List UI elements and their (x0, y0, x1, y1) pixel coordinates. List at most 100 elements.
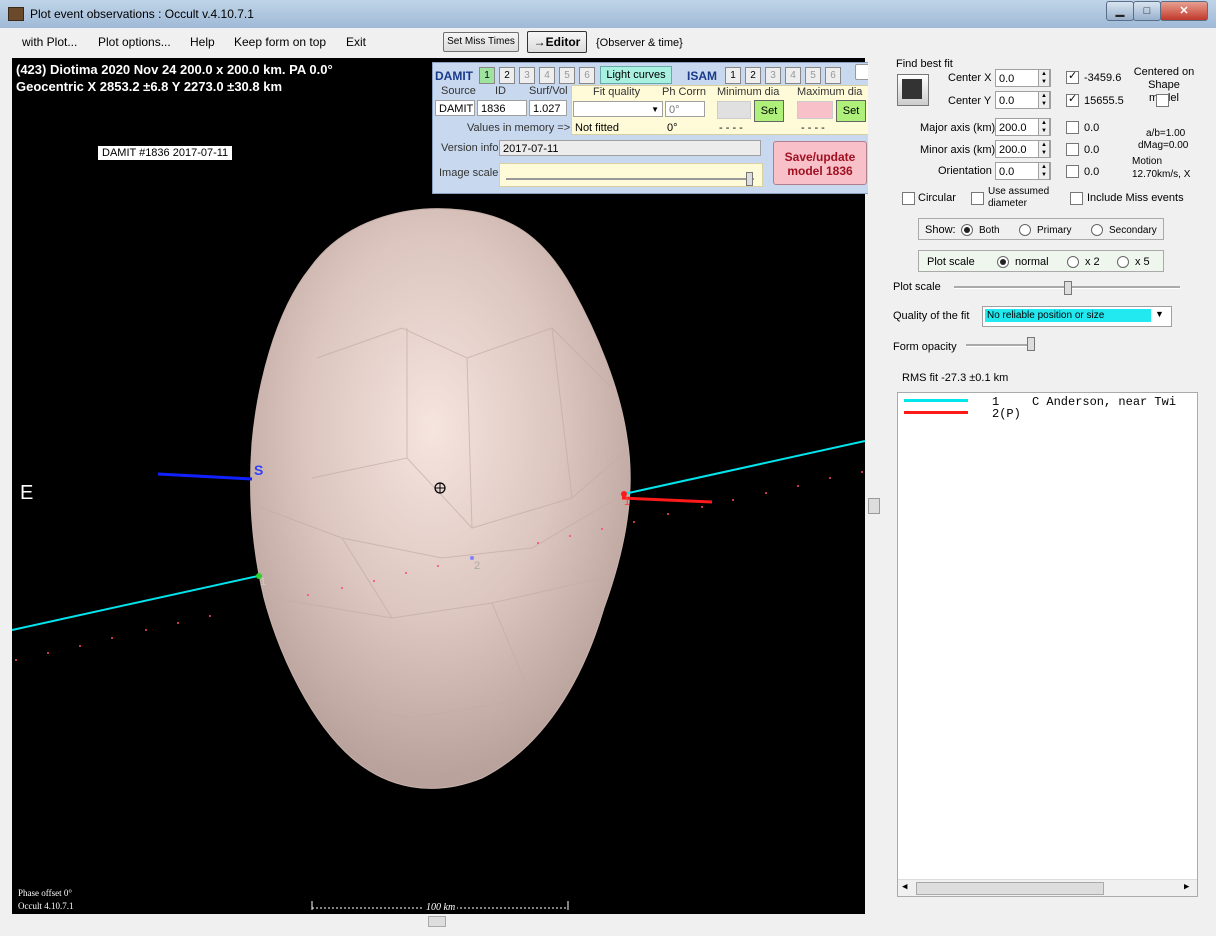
isam-model-5[interactable]: 5 (805, 67, 821, 84)
max-dia-field[interactable] (797, 101, 833, 119)
close-button[interactable]: ✕ (1160, 1, 1208, 21)
menu-plot-options[interactable]: Plot options... (98, 35, 171, 49)
isam-model-1[interactable]: 1 (725, 67, 741, 84)
damit-label: DAMIT (435, 69, 473, 83)
ph-corrn-field[interactable]: 0° (665, 101, 705, 117)
minor-axis-checkbox[interactable] (1066, 143, 1079, 156)
editor-button[interactable]: →Editor (527, 31, 587, 53)
ph-corrn-memory: 0° (667, 122, 678, 134)
source-field[interactable]: DAMIT (435, 100, 475, 116)
plot-scale-normal-radio[interactable] (997, 256, 1009, 268)
damit-model-6[interactable]: 6 (579, 67, 595, 84)
center-y-label: Center Y (948, 95, 992, 107)
center-y-spinner[interactable]: ▲ ▼ (1038, 91, 1050, 109)
show-group: Show: Both Primary Secondary (918, 218, 1164, 240)
chord1-label-right: 1 (624, 496, 631, 508)
isam-model-2[interactable]: 2 (745, 67, 761, 84)
damit-model-5[interactable]: 5 (559, 67, 575, 84)
menu-with-plot[interactable]: with Plot... (22, 35, 77, 49)
plot-scale-x5-radio[interactable] (1117, 256, 1129, 268)
save-update-model-button[interactable]: Save/update model 1836 (773, 141, 867, 185)
menu-bar: with Plot... Plot options... Help Keep f… (8, 30, 1208, 54)
find-best-fit-label: Find best fit (896, 58, 953, 70)
orientation-checkbox[interactable] (1066, 165, 1079, 178)
center-y-checkbox[interactable] (1066, 92, 1079, 107)
isam-model-3[interactable]: 3 (765, 67, 781, 84)
legend-text-1: C Anderson, near Twi (1032, 395, 1177, 409)
fit-chart-icon (902, 79, 922, 99)
minor-axis-label: Minor axis (km) (920, 144, 996, 156)
orientation-spinner[interactable]: ▲ ▼ (1038, 162, 1050, 180)
menu-help[interactable]: Help (190, 35, 215, 49)
menu-exit[interactable]: Exit (346, 35, 366, 49)
show-primary-label: Primary (1037, 225, 1072, 236)
centered-on-shape-checkbox[interactable] (1156, 94, 1169, 107)
center-x-spinner[interactable]: ▲ ▼ (1038, 69, 1050, 87)
damit-model-4[interactable]: 4 (539, 67, 555, 84)
plot-scale-x2-radio[interactable] (1067, 256, 1079, 268)
id-field[interactable]: 1836 (477, 100, 527, 116)
maximize-button[interactable]: □ (1133, 1, 1161, 21)
quality-dropdown[interactable]: No reliable position or size ▼ (982, 306, 1172, 327)
damit-model-3[interactable]: 3 (519, 67, 535, 84)
center-x-checkbox[interactable] (1066, 69, 1079, 84)
damit-model-1[interactable]: 1 (479, 67, 495, 84)
isam-model-4[interactable]: 4 (785, 67, 801, 84)
menu-keep-on-top[interactable]: Keep form on top (234, 35, 326, 49)
include-miss-checkbox[interactable] (1070, 192, 1083, 205)
version-info-field[interactable]: 2017-07-11 (499, 140, 761, 156)
max-dia-set-button[interactable]: Set (836, 100, 866, 122)
plot-scale-normal-label: normal (1015, 256, 1049, 268)
plot-scale-x5-label: x 5 (1135, 256, 1150, 268)
occult-version: Occult 4.10.7.1 (18, 901, 74, 911)
phase-offset: Phase offset 0° (18, 888, 72, 898)
chevron-down-icon: ▼ (651, 105, 659, 114)
form-opacity-slider[interactable] (966, 344, 1034, 347)
legend-hscroll-thumb[interactable] (916, 882, 1104, 895)
ph-corrn-header: Ph Corrn (662, 86, 707, 98)
scroll-right-icon[interactable]: ▶ (1184, 882, 1189, 892)
image-scale-thumb[interactable] (746, 172, 753, 186)
damit-model-2[interactable]: 2 (499, 67, 515, 84)
motion-label: Motion (1132, 156, 1163, 167)
show-primary-radio[interactable] (1019, 224, 1031, 236)
major-axis-checkbox[interactable] (1066, 121, 1079, 134)
plot-scale-x2-label: x 2 (1085, 256, 1100, 268)
bottom-scroll-thumb[interactable] (428, 916, 446, 927)
use-assumed-label: Use assumed diameter (988, 186, 1050, 209)
south-label: S (254, 462, 264, 478)
find-best-fit-button[interactable] (897, 74, 929, 106)
scroll-left-icon[interactable]: ◀ (902, 882, 907, 892)
chord1-label-left: 1 (260, 576, 267, 588)
form-opacity-thumb[interactable] (1027, 337, 1035, 351)
use-assumed-checkbox[interactable] (971, 192, 984, 205)
image-scale-slider[interactable] (499, 163, 763, 187)
min-dia-set-button[interactable]: Set (754, 100, 784, 122)
isam-model-6[interactable]: 6 (825, 67, 841, 84)
rms-fit-label: RMS fit -27.3 ±0.1 km (902, 372, 1009, 384)
minimize-button[interactable]: ▁ (1106, 1, 1134, 21)
major-axis-spinner[interactable]: ▲ ▼ (1038, 118, 1050, 136)
min-dia-field[interactable] (717, 101, 751, 119)
plot-splitter[interactable] (868, 58, 880, 914)
minor-axis-value: 0.0 (1084, 144, 1100, 156)
chord-legend-list[interactable]: 1 C Anderson, near Twi 2(P) ◀ ▶ (897, 392, 1198, 897)
show-both-label: Both (979, 225, 1000, 236)
center-y-fixed-value: 15655.5 (1084, 95, 1124, 107)
show-secondary-radio[interactable] (1091, 224, 1103, 236)
center-x-label: Center X (948, 72, 992, 84)
minor-axis-spinner[interactable]: ▲ ▼ (1038, 140, 1050, 158)
app-icon (8, 7, 24, 21)
bottom-scrollbar[interactable] (12, 914, 1204, 928)
legend-hscroll[interactable]: ◀ ▶ (898, 879, 1197, 896)
light-curves-button[interactable]: Light curves (600, 66, 672, 84)
plot-scale-slider-thumb[interactable] (1064, 281, 1072, 295)
plot-scale-slider-label: Plot scale (893, 281, 941, 293)
show-both-radio[interactable] (961, 224, 973, 236)
window-title: Plot event observations : Occult v.4.10.… (30, 7, 254, 21)
circular-label: Circular (918, 192, 956, 204)
fit-quality-dropdown[interactable]: ▼ (573, 101, 663, 117)
set-miss-times-button[interactable]: Set Miss Times (443, 32, 519, 52)
surfvol-field[interactable]: 1.027 (529, 100, 567, 116)
circular-checkbox[interactable] (902, 192, 915, 205)
